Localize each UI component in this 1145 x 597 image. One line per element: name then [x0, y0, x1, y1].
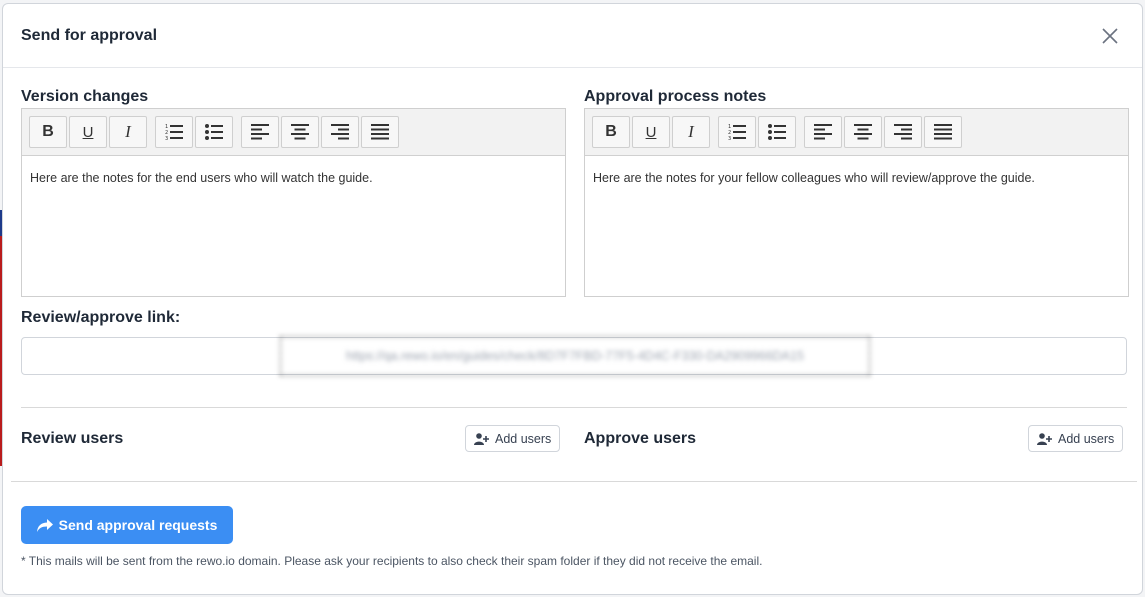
align-left-button[interactable]: [804, 116, 842, 148]
review-link-value[interactable]: https://qa.rewo.io/en/guides/check/8D7F7…: [280, 336, 870, 376]
modal-title: Send for approval: [21, 27, 158, 44]
svg-text:3: 3: [728, 136, 731, 141]
unordered-list-icon: [205, 124, 223, 140]
send-approval-requests-label: Send approval requests: [58, 517, 218, 533]
ordered-list-icon: 1 2 3: [165, 124, 183, 141]
ordered-list-button[interactable]: 1 2 3: [718, 116, 756, 148]
version-changes-text-area[interactable]: Here are the notes for the end users who…: [22, 156, 565, 202]
underline-button[interactable]: U: [632, 116, 670, 148]
review-link-field[interactable]: https://qa.rewo.io/en/guides/check/8D7F7…: [21, 336, 1127, 376]
align-justify-button[interactable]: [924, 116, 962, 148]
align-right-icon: [894, 124, 912, 140]
underline-icon: U: [82, 123, 94, 141]
align-right-button[interactable]: [884, 116, 922, 148]
close-button[interactable]: [1098, 24, 1122, 48]
divider: [11, 481, 1137, 482]
svg-text:3: 3: [165, 136, 168, 141]
underline-icon: U: [645, 123, 657, 141]
close-icon: [1102, 28, 1118, 44]
modal-header: Send for approval: [3, 4, 1142, 68]
align-center-icon: [291, 124, 309, 140]
ordered-list-button[interactable]: 1 2 3: [155, 116, 193, 148]
italic-button[interactable]: I: [672, 116, 710, 148]
version-changes-editor: B U I 1 2 3 Here are the notes for the e…: [21, 108, 566, 297]
italic-button[interactable]: I: [109, 116, 147, 148]
share-arrow-icon: [36, 518, 53, 532]
ordered-list-icon: 1 2 3: [728, 124, 746, 141]
add-users-label: Add users: [1058, 431, 1115, 446]
align-right-button[interactable]: [321, 116, 359, 148]
approval-notes-label: Approval process notes: [584, 88, 767, 105]
bold-button[interactable]: B: [29, 116, 67, 148]
add-approve-users-button[interactable]: Add users: [1028, 425, 1124, 452]
send-approval-requests-button[interactable]: Send approval requests: [21, 506, 233, 544]
align-justify-icon: [371, 124, 389, 140]
add-users-label: Add users: [495, 431, 552, 446]
unordered-list-icon: [768, 124, 786, 140]
unordered-list-button[interactable]: [195, 116, 233, 148]
unordered-list-button[interactable]: [758, 116, 796, 148]
italic-icon: I: [688, 122, 694, 141]
send-for-approval-dialog: Send for approval Version changes B U I …: [2, 3, 1143, 595]
add-user-icon: [1037, 432, 1052, 445]
version-changes-label: Version changes: [21, 88, 149, 105]
bold-icon: B: [42, 123, 54, 140]
align-center-icon: [854, 124, 872, 140]
align-center-button[interactable]: [844, 116, 882, 148]
approval-notes-editor: B U I 1 2 3 Here are the notes for your …: [584, 108, 1129, 297]
approve-users-title: Approve users: [584, 430, 697, 447]
divider: [21, 407, 1127, 408]
bold-button[interactable]: B: [592, 116, 630, 148]
approval-notes-text-area[interactable]: Here are the notes for your fellow colle…: [585, 156, 1128, 202]
align-justify-button[interactable]: [361, 116, 399, 148]
review-link-label: Review/approve link:: [21, 309, 181, 326]
spam-notice: * This mails will be sent from the rewo.…: [21, 554, 763, 568]
italic-icon: I: [125, 122, 131, 141]
align-center-button[interactable]: [281, 116, 319, 148]
add-review-users-button[interactable]: Add users: [465, 425, 561, 452]
editor-toolbar: B U I 1 2 3: [585, 109, 1128, 156]
review-users-title: Review users: [21, 430, 124, 447]
bold-icon: B: [605, 123, 617, 140]
align-justify-icon: [934, 124, 952, 140]
align-right-icon: [331, 124, 349, 140]
editor-toolbar: B U I 1 2 3: [22, 109, 565, 156]
align-left-icon: [251, 124, 269, 140]
add-user-icon: [474, 432, 489, 445]
align-left-button[interactable]: [241, 116, 279, 148]
align-left-icon: [814, 124, 832, 140]
underline-button[interactable]: U: [69, 116, 107, 148]
